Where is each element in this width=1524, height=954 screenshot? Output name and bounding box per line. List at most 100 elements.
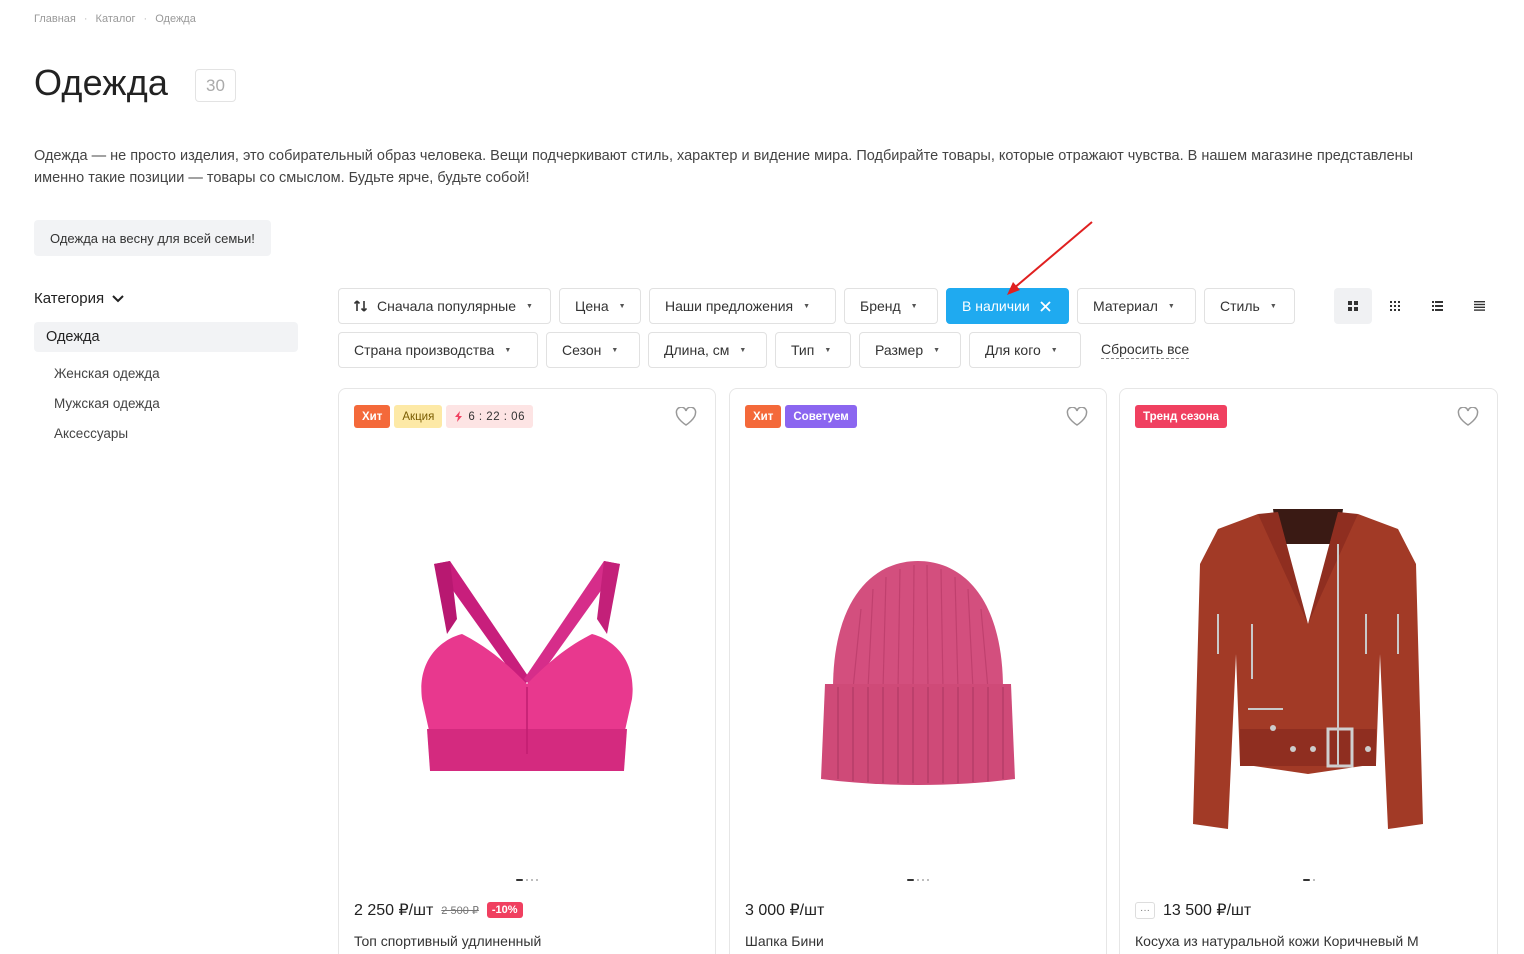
breadcrumb-separator: · [83,13,88,25]
product-name[interactable]: Косуха из натуральной кожи Коричневый М [1135,933,1419,949]
grid-large-icon [1348,301,1358,311]
view-grid-small-button[interactable] [1376,288,1414,324]
filter-label: Цена [575,298,609,314]
list-icon [1431,301,1443,311]
filter-label: Стиль [1220,298,1260,314]
badge-sale: Акция [394,405,443,428]
caret-down-icon: ▼ [504,346,512,354]
reset-filters-link[interactable]: Сбросить все [1101,341,1190,359]
filter-season[interactable]: Сезон ▼ [546,332,640,368]
pink-beanie-image [821,561,1015,785]
filter-label: Наши предложения [665,298,794,314]
badge-group: Тренд сезона [1135,405,1228,428]
caret-down-icon: ▼ [739,346,747,354]
breadcrumb-catalog[interactable]: Каталог [96,13,136,25]
product-name[interactable]: Топ спортивный удлиненный [354,933,541,949]
timer-value: 6 : 22 : 06 [468,410,525,423]
heart-icon[interactable] [1457,407,1479,426]
view-toggle-group [1334,288,1498,324]
view-table-button[interactable] [1460,288,1498,324]
filter-label: Размер [875,342,924,358]
price-row: ··· 13 500 ₽/шт [1135,900,1251,920]
close-icon[interactable] [1040,300,1051,312]
caret-down-icon: ▼ [1167,302,1175,310]
product-image[interactable] [730,469,1106,869]
badge-hit: Хит [354,405,391,428]
lightning-icon [455,411,463,422]
filter-style[interactable]: Стиль ▼ [1204,288,1295,324]
product-count: 30 [195,69,236,102]
table-icon [1473,301,1485,311]
caret-down-icon: ▼ [910,302,918,310]
filter-label: Тип [791,342,815,358]
view-grid-large-button[interactable] [1334,288,1372,324]
promo-tag-link[interactable]: Одежда на весну для всей семьи! [34,220,271,256]
badge-recommended: Советуем [785,405,857,428]
badge-group: Хит Акция 6 : 22 : 06 [354,405,533,428]
caret-down-icon: ▼ [933,346,941,354]
caret-down-icon: ▼ [1269,302,1277,310]
breadcrumb-current: Одежда [155,13,196,25]
breadcrumb: Главная · Каталог · Одежда [34,13,196,25]
brown-leather-jacket-image [1193,509,1423,829]
discount-badge: -10% [486,902,523,918]
page-title: Одежда [34,62,169,103]
sort-label: Сначала популярные [377,298,517,314]
old-price: 2 500 ₽ [441,904,479,917]
breadcrumb-home[interactable]: Главная [34,13,76,25]
category-description: Одежда — не просто изделия, это собирате… [34,148,1414,186]
badge-hit: Хит [745,405,782,428]
badge-timer: 6 : 22 : 06 [446,405,533,428]
image-pager[interactable] [339,879,715,881]
caret-down-icon: ▼ [526,302,533,310]
category-heading-label: Категория [34,290,105,307]
sort-icon [354,300,367,312]
image-pager[interactable] [1120,879,1497,881]
product-image[interactable] [1120,469,1496,869]
caret-down-icon: ▼ [824,346,832,354]
filter-country[interactable]: Страна производства ▼ [338,332,538,368]
filter-length[interactable]: Длина, см ▼ [648,332,767,368]
image-pager[interactable] [730,879,1106,881]
heart-icon[interactable] [675,407,697,426]
heart-icon[interactable] [1066,407,1088,426]
product-card[interactable]: Хит Акция 6 : 22 : 06 2 250 ₽/шт 2 500 ₽… [338,388,716,954]
price-row: 2 250 ₽/шт 2 500 ₽ -10% [354,900,523,920]
filter-brand[interactable]: Бренд ▼ [844,288,938,324]
pink-sports-bra-image [421,561,633,771]
filter-label: В наличии [962,298,1030,314]
price-row: 3 000 ₽/шт [745,900,824,920]
product-card[interactable]: Тренд сезона ··· 13 500 ₽/шт Косуха из н… [1119,388,1498,954]
product-name[interactable]: Шапка Бини [745,933,824,949]
product-price: 2 250 ₽/шт [354,902,434,919]
filter-size[interactable]: Размер ▼ [859,332,961,368]
filter-offers[interactable]: Наши предложения ▼ [649,288,836,324]
filter-for-whom[interactable]: Для кого ▼ [969,332,1081,368]
sidebar-item-women[interactable]: Женская одежда [54,366,160,381]
filter-label: Страна производства [354,342,495,358]
filter-label: Сезон [562,342,602,358]
annotation-arrow [1007,221,1093,295]
caret-down-icon: ▼ [611,346,619,354]
badge-group: Хит Советуем [745,405,857,428]
product-price: 13 500 ₽/шт [1163,902,1252,919]
category-heading[interactable]: Категория [34,290,124,307]
product-price: 3 000 ₽/шт [745,902,825,919]
filter-type[interactable]: Тип ▼ [775,332,851,368]
chevron-down-icon [112,294,124,302]
filter-label: Бренд [860,298,901,314]
sidebar-item-active[interactable]: Одежда [34,322,298,352]
sort-dropdown[interactable]: Сначала популярные ▼ [338,288,551,324]
filter-price[interactable]: Цена ▼ [559,288,641,324]
sidebar-item-accessories[interactable]: Аксессуары [54,426,128,441]
caret-down-icon: ▼ [803,302,811,310]
more-options-icon[interactable]: ··· [1135,901,1155,919]
product-image[interactable] [339,469,715,869]
caret-down-icon: ▼ [1050,346,1058,354]
sidebar-item-men[interactable]: Мужская одежда [54,396,160,411]
view-list-button[interactable] [1418,288,1456,324]
caret-down-icon: ▼ [618,302,626,310]
product-card[interactable]: Хит Советуем 3 000 ₽/шт Шапка Бини [729,388,1107,954]
filter-label: Длина, см [664,342,730,358]
filter-label: Для кого [985,342,1041,358]
